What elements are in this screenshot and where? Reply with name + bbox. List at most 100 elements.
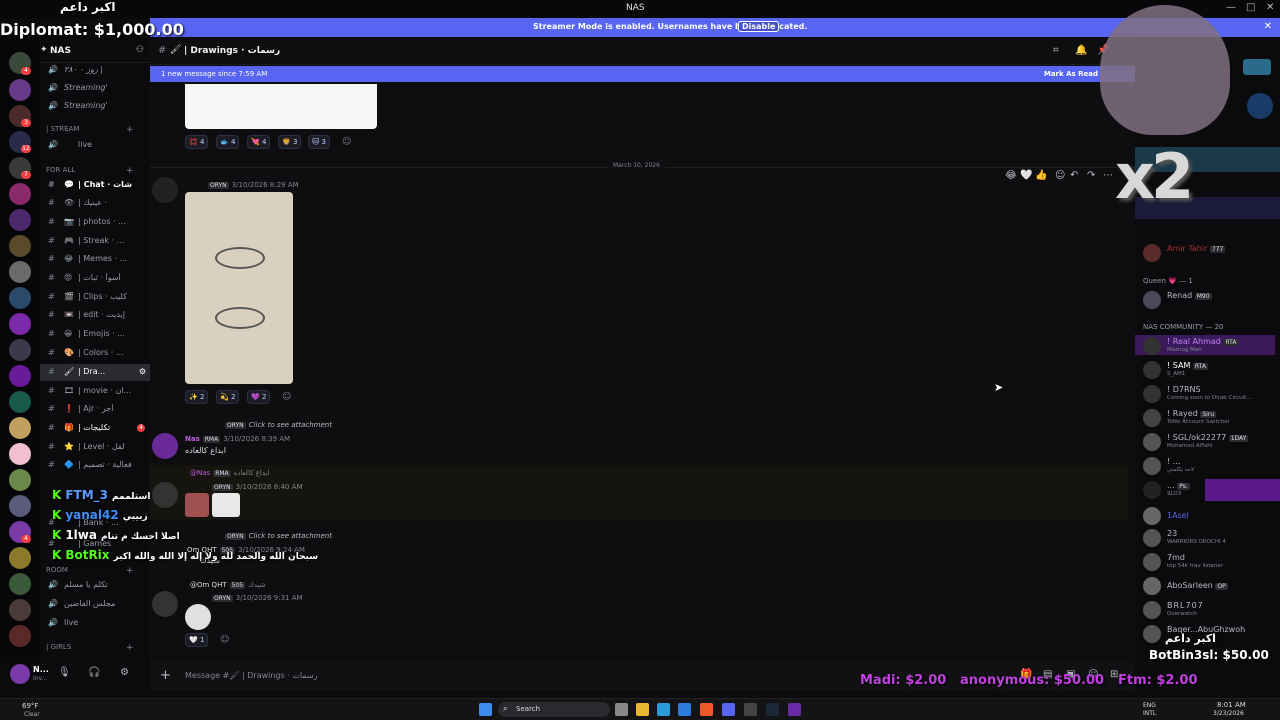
add-reaction-icon[interactable]: ☺	[282, 392, 291, 402]
server-icon[interactable]	[9, 417, 31, 439]
avatar[interactable]	[10, 664, 30, 684]
reaction[interactable]: 🤍 1	[185, 633, 209, 647]
member-item[interactable]: AboSarleen OP	[1143, 575, 1280, 597]
text-channel[interactable]: # 🎮 | Streak · ...	[40, 233, 150, 250]
member-item[interactable]: 1Asel	[1143, 505, 1280, 527]
member-item[interactable]: 7md top 54k trav listener	[1143, 551, 1280, 573]
text-channel[interactable]: # 🔷 | فعالية · تصميم	[40, 457, 150, 474]
add-member-icon[interactable]: ⚇	[136, 45, 144, 55]
voice-channel[interactable]: 🔊 Streaming'	[40, 98, 150, 115]
server-icon[interactable]	[9, 443, 31, 465]
avatar[interactable]	[152, 433, 178, 459]
stream-channel-live[interactable]: 🔊 live	[40, 137, 150, 154]
category-for-all[interactable]: For All +	[46, 166, 134, 176]
text-channel[interactable]: # 😂 | Memes · ...	[40, 251, 150, 268]
reaction[interactable]: 🐟 4	[216, 135, 240, 149]
text-channel[interactable]: # 🎬 | Clips · كليب	[40, 289, 150, 306]
avatar[interactable]	[152, 177, 178, 203]
store-icon[interactable]	[678, 703, 691, 716]
file-explorer-icon[interactable]	[636, 703, 649, 716]
settings-icon[interactable]: ⚙	[139, 367, 146, 376]
taskbar-search[interactable]: ⌕ Search	[498, 702, 610, 717]
member-item[interactable]: Amir Tahir 777	[1143, 242, 1280, 264]
new-messages-bar[interactable]: 1 new message since 7:59 AM Mark As Read	[150, 66, 1135, 82]
thumbs-up-icon[interactable]: 👍	[1035, 170, 1047, 181]
text-channel[interactable]: # 👁 | عينيك ·	[40, 195, 150, 212]
voice-channel[interactable]: 🔊 تكلم يا مسلم	[40, 577, 150, 594]
language[interactable]: ENG	[1143, 702, 1156, 709]
reply-icon[interactable]: ↶	[1070, 170, 1078, 181]
reaction[interactable]: 💜 2	[247, 390, 271, 404]
windows-start-icon[interactable]	[479, 703, 492, 716]
text-channel[interactable]: # ⭐ | Level · لفل	[40, 439, 150, 456]
voice-channel[interactable]: 🔊 مجلس الفاضين	[40, 596, 150, 613]
sticker[interactable]	[212, 493, 240, 517]
close-banner-icon[interactable]: ✕	[1264, 21, 1272, 32]
text-channel[interactable]: # 🎁 | تكليجات 4	[40, 420, 150, 437]
steam-icon[interactable]	[766, 703, 779, 716]
clock-time[interactable]: 8:01 AM	[1217, 701, 1246, 709]
member-item[interactable]: ! Rayed Siru ToNo Account Switcher	[1143, 407, 1280, 429]
server-icon[interactable]	[9, 469, 31, 491]
voice-channel[interactable]: 🔊 live	[40, 615, 150, 632]
text-channel[interactable]: # ❗ | Ajr · أجر	[40, 401, 150, 418]
member-item[interactable]: ! SGL/ok22277 1DAY Mohamed AlFahi	[1143, 431, 1280, 453]
voice-channel[interactable]: 🔊 Streaming'	[40, 80, 150, 97]
server-icon[interactable]	[9, 573, 31, 595]
message-input[interactable]: Message #🖌 | Drawings · رسمات	[185, 671, 317, 680]
text-channel[interactable]: # 😀 | Emojis · ...	[40, 326, 150, 343]
reaction[interactable]: 💘 4	[247, 135, 271, 149]
member-item[interactable]: ... Ps. 9LO3	[1143, 479, 1280, 501]
image-attachment[interactable]	[185, 84, 377, 129]
sticker[interactable]	[185, 493, 209, 517]
member-item[interactable]: ! ... لاحد يكلمني	[1143, 455, 1280, 477]
server-icon[interactable]	[9, 495, 31, 517]
disable-streamer-button[interactable]: Disable	[738, 21, 780, 32]
forward-icon[interactable]: ↷	[1087, 170, 1095, 181]
text-channel[interactable]: # 😡 | أسوأ · ثبات	[40, 270, 150, 287]
text-channel[interactable]: # 🎞 | movie · ان...	[40, 383, 150, 400]
reaction[interactable]: 🐱 3	[308, 135, 330, 149]
text-channel[interactable]: # 📷 | photos · ...	[40, 214, 150, 231]
add-reaction-icon[interactable]: ☺	[1055, 170, 1065, 181]
server-icon[interactable]	[9, 287, 31, 309]
server-icon[interactable]	[9, 625, 31, 647]
add-attachment-icon[interactable]: +	[160, 668, 171, 683]
microphone-icon[interactable]: 🎙	[58, 667, 71, 678]
minimize-button[interactable]: —	[1226, 2, 1236, 13]
category-room[interactable]: Room +	[46, 566, 134, 576]
voice-channel[interactable]: 🔊 زوز ۰ ۲۸۰ |	[40, 62, 150, 79]
server-icon[interactable]	[9, 599, 31, 621]
server-icon[interactable]	[9, 183, 31, 205]
emoji-laugh-icon[interactable]: 😂	[1005, 170, 1017, 181]
task-view-icon[interactable]	[615, 703, 628, 716]
member-item[interactable]: ! Real Ahmad RTA Maznog Man	[1143, 335, 1280, 357]
member-item[interactable]: BRL707 Overwatch	[1143, 599, 1280, 621]
heart-icon[interactable]: 🤍	[1020, 170, 1032, 181]
server-icon[interactable]	[9, 339, 31, 361]
mark-as-read-button[interactable]: Mark As Read	[1044, 70, 1098, 78]
maximize-button[interactable]: □	[1246, 2, 1255, 13]
text-channel[interactable]: # 💬 | Chat · شات	[40, 177, 150, 194]
avatar[interactable]	[152, 482, 178, 508]
edge-icon[interactable]	[657, 703, 670, 716]
member-item[interactable]: 23 WARRIORS OROCHI 4	[1143, 527, 1280, 549]
settings-icon[interactable]: ⚙	[120, 667, 129, 678]
reaction[interactable]: 🦁 3	[278, 135, 302, 149]
text-channel[interactable]: # 📼 | edit · إيديت	[40, 307, 150, 324]
server-icon[interactable]	[9, 79, 31, 101]
server-icon[interactable]	[9, 235, 31, 257]
app-icon[interactable]	[788, 703, 801, 716]
category-girls[interactable]: | girls +	[46, 643, 134, 653]
member-item[interactable]: ! D7RNS Coming soon to Dirab Circuit...	[1143, 383, 1280, 405]
threads-icon[interactable]: ⌗	[1053, 45, 1059, 56]
drawing-image[interactable]	[185, 192, 293, 384]
avatar[interactable]	[152, 591, 178, 617]
text-channel-drawings[interactable]: # 🖌 | Dra... ⚙	[40, 364, 150, 381]
headphones-icon[interactable]: 🎧	[88, 667, 100, 678]
member-item[interactable]: Renad M90	[1143, 289, 1280, 311]
category-stream[interactable]: | STREAM +	[46, 125, 134, 135]
reaction[interactable]: 💢 4	[185, 135, 209, 149]
server-icon[interactable]	[9, 313, 31, 335]
member-item[interactable]: ! SAM RTA S_AM1	[1143, 359, 1280, 381]
